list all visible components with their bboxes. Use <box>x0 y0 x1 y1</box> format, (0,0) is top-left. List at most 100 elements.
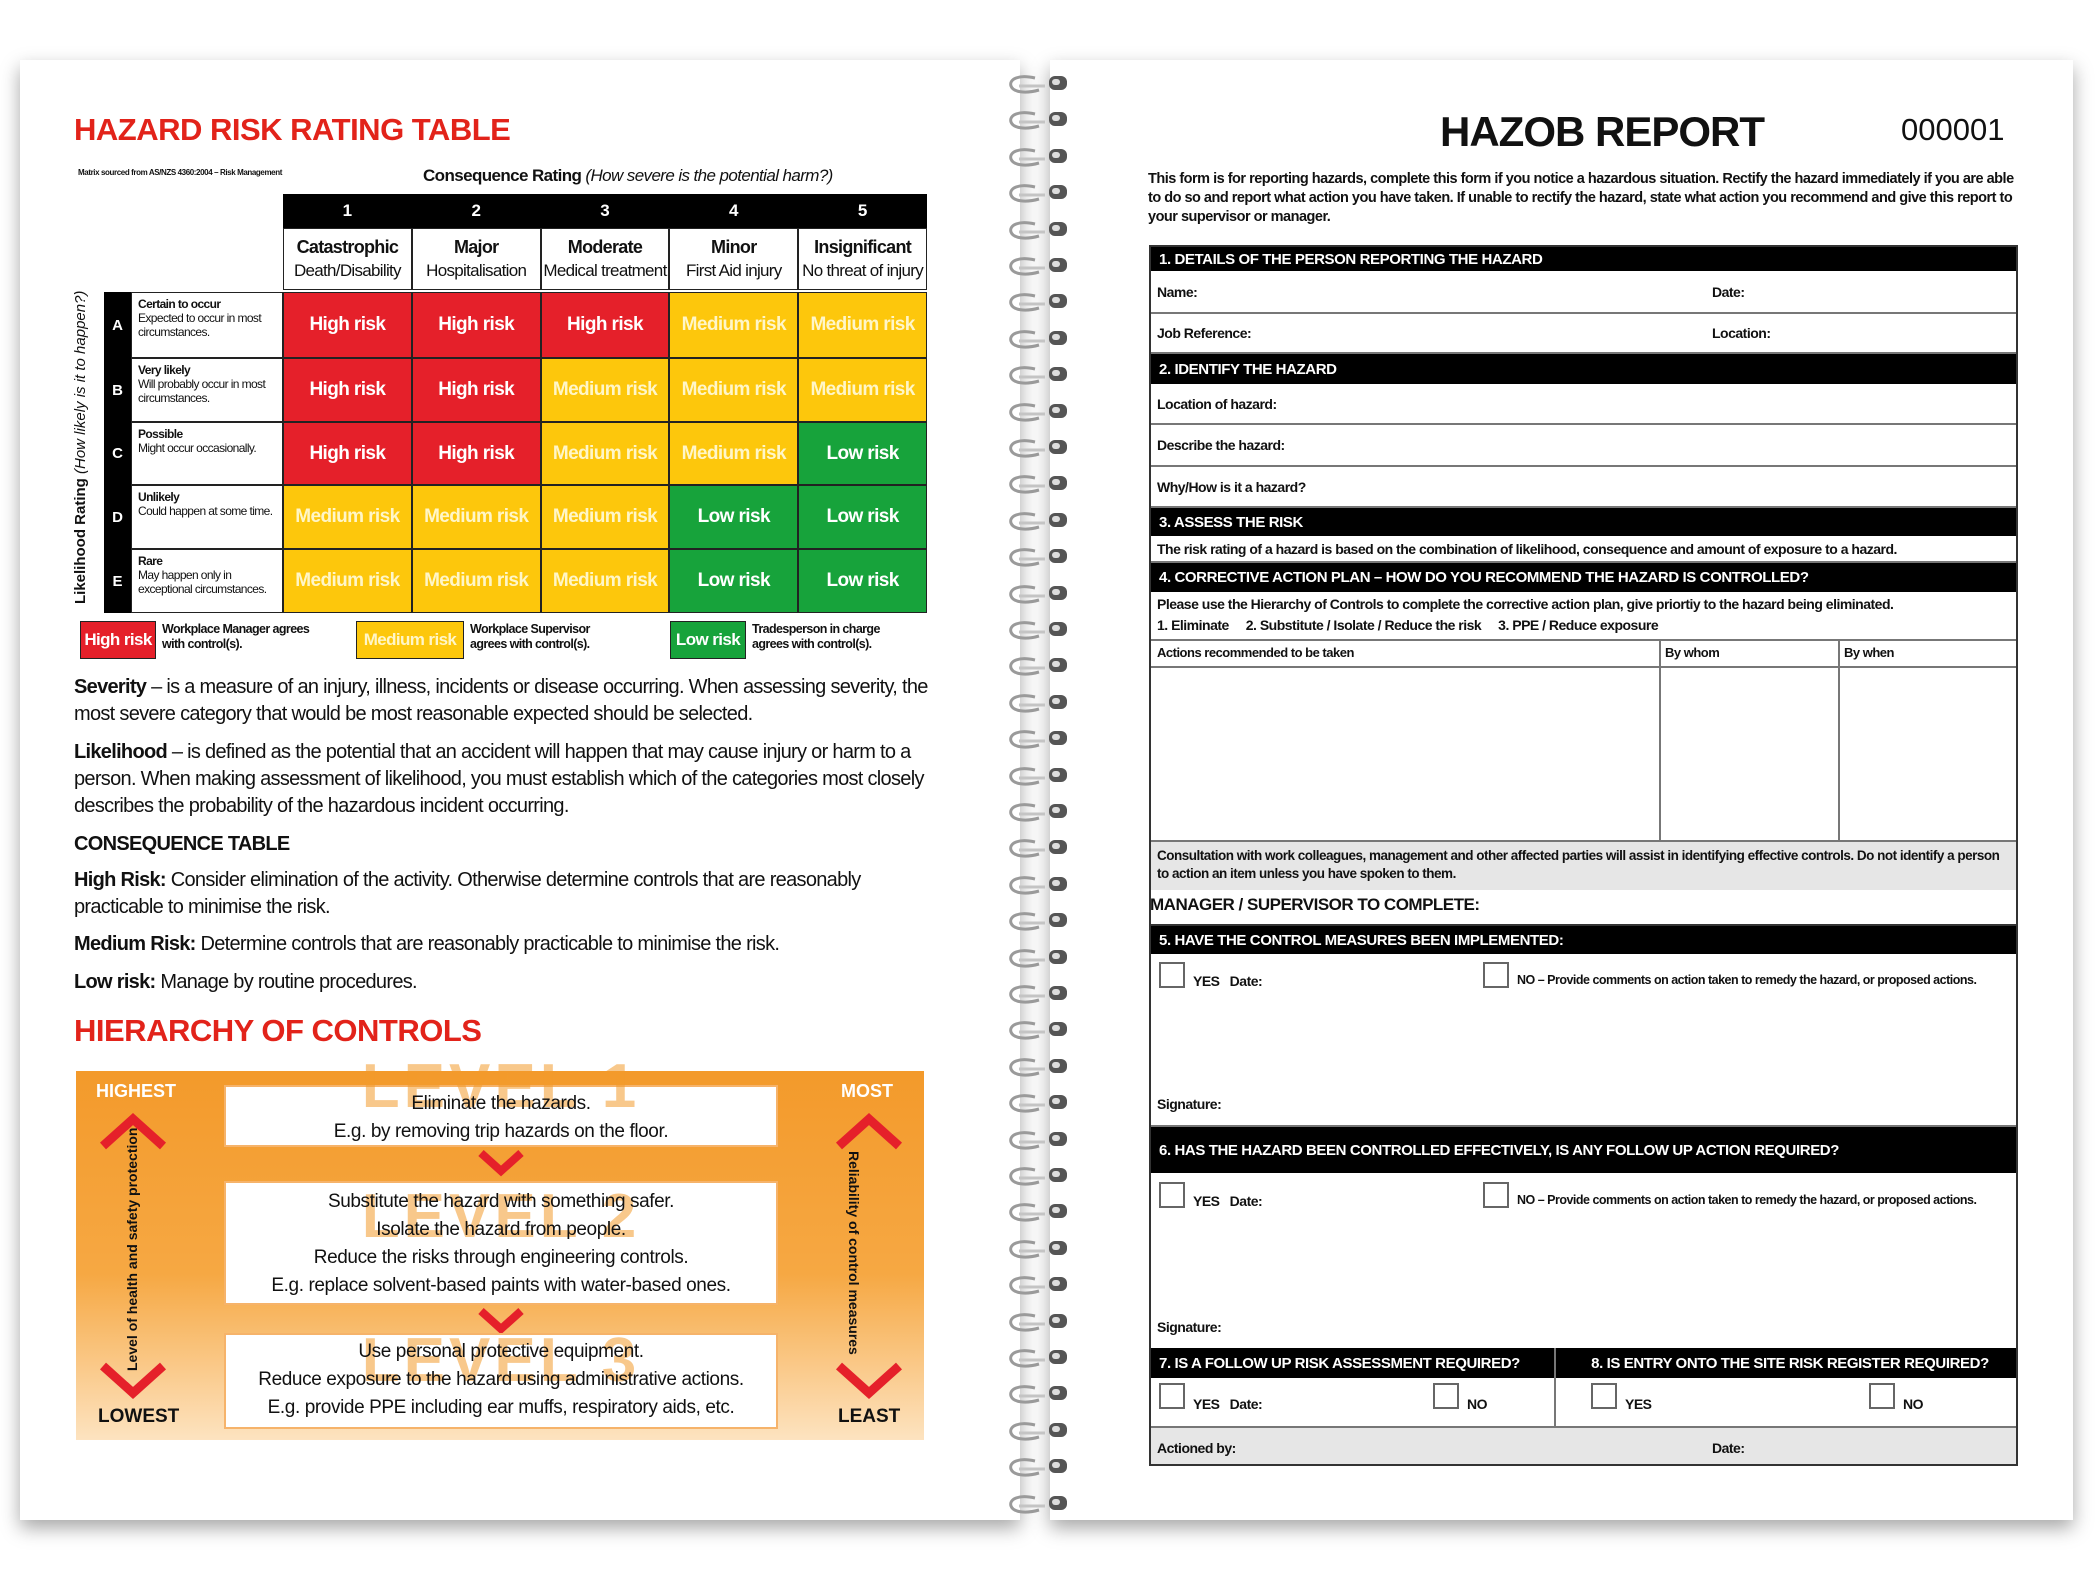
s5-yes-checkbox[interactable] <box>1159 962 1185 988</box>
intro-text: This form is for reporting hazards, comp… <box>1148 171 2014 225</box>
s6-yes-checkbox[interactable] <box>1159 1182 1185 1208</box>
risk-cell-high: High risk <box>283 422 412 485</box>
spiral-coil-icon <box>1009 111 1067 130</box>
risk-cell-medium: Medium risk <box>798 292 927 358</box>
low-risk-term: Low risk: <box>74 971 156 993</box>
column-title: Major <box>453 237 499 257</box>
likelihood-letter: D <box>104 485 131 549</box>
lowest-label: LOWEST <box>98 1406 180 1427</box>
level-3-line: Use personal protective equipment. <box>358 1341 644 1362</box>
level-3-box: LEVEL 3 Use personal protective equipmen… <box>224 1330 778 1429</box>
section-2-header: 2. IDENTIFY THE HAZARD <box>1151 354 2016 384</box>
column-number: 5 <box>798 194 927 228</box>
job-reference-field[interactable]: Job Reference: <box>1151 314 2016 354</box>
column-title: Moderate <box>567 237 643 257</box>
divider <box>1554 1348 1556 1426</box>
likelihood-descriptor: Unlikely Could happen at some time. <box>131 485 283 549</box>
s8-yes-checkbox[interactable] <box>1591 1383 1617 1409</box>
risk-cell-high: High risk <box>411 358 541 422</box>
actioned-by-label: Actioned by: <box>1157 1440 1236 1456</box>
section-1-header: 1. DETAILS OF THE PERSON REPORTING THE H… <box>1151 247 2016 271</box>
severity-text: – is a measure of an injury, illness, in… <box>74 676 928 725</box>
hierarchy-of-controls: HIGHEST LOWEST MOST LEAST Level of healt… <box>76 1056 924 1440</box>
likelihood-letter: A <box>104 292 131 358</box>
column-header: Insignificant No threat of injury <box>798 228 927 290</box>
level-3-line: Reduce exposure to the hazard using admi… <box>258 1369 744 1390</box>
right-axis-label: Reliability of control measures <box>846 1151 862 1355</box>
highest-label: HIGHEST <box>96 1081 177 1101</box>
risk-cell-medium: Medium risk <box>283 549 412 613</box>
medium-risk-term: Medium Risk: <box>74 933 196 955</box>
level-2-box: LEVEL 2 Substitute the hazard with somet… <box>224 1181 778 1305</box>
likelihood-description: Might occur occasionally. <box>138 441 257 455</box>
hazard-location-label: Location of hazard: <box>1157 395 1277 412</box>
hazard-location-field[interactable]: Location of hazard: <box>1151 384 2016 425</box>
spiral-coil-icon <box>1009 475 1067 494</box>
column-title: Minor <box>711 237 757 257</box>
by-whom-entry-area[interactable] <box>1661 668 1838 840</box>
column-description: Hospitalisation <box>426 261 527 280</box>
consequence-table-heading: CONSEQUENCE TABLE <box>74 833 290 855</box>
s5-yes-date-label: YES Date: <box>1193 973 1263 989</box>
risk-cell-medium: Medium risk <box>669 358 799 422</box>
spiral-coil-icon <box>1009 1494 1067 1514</box>
risk-cell-medium: Medium risk <box>540 422 670 485</box>
s8-no-checkbox[interactable] <box>1869 1383 1895 1409</box>
assess-risk-label: The risk rating of a hazard is based on … <box>1157 540 1897 557</box>
s6-no-checkbox[interactable] <box>1483 1182 1509 1208</box>
report-title: HAZOB REPORT <box>1440 108 1765 155</box>
spiral-coil-icon <box>1009 730 1067 749</box>
risk-cell-medium: Medium risk <box>669 292 799 358</box>
risk-cell-medium: Medium risk <box>411 485 541 549</box>
s8-yes-label: YES <box>1625 1396 1652 1412</box>
spiral-coil-icon <box>1009 512 1067 531</box>
high-risk-term: High Risk: <box>74 869 167 891</box>
column-number: 1 <box>283 194 412 228</box>
spiral-coil-icon <box>1009 1312 1067 1332</box>
by-when-entry-area[interactable] <box>1840 668 2016 840</box>
risk-cell-low: Low risk <box>669 549 799 613</box>
spiral-coil-icon <box>1009 657 1067 676</box>
level-1-box: LEVEL 1 Eliminate the hazards. E.g. by r… <box>224 1056 778 1147</box>
s7-no-checkbox[interactable] <box>1433 1383 1459 1409</box>
spiral-coil-icon <box>1009 184 1067 203</box>
column-header: Minor First Aid injury <box>669 228 799 290</box>
spiral-coil-icon <box>1009 876 1067 895</box>
corrective-instructions: Please use the Hierarchy of Controls to … <box>1157 594 1894 636</box>
chevron-up-icon <box>835 1112 903 1150</box>
hazard-description-label: Describe the hazard: <box>1157 437 1285 453</box>
risk-cell-medium: Medium risk <box>540 549 670 613</box>
s5-no-checkbox[interactable] <box>1483 962 1509 988</box>
serial-number: 000001 <box>1901 112 2005 147</box>
column-number: 3 <box>540 194 670 228</box>
likelihood-question: (How likely is it to happen?) <box>72 290 89 474</box>
name-field[interactable]: Name: <box>1151 271 2016 314</box>
level-2-line: Reduce the risks through engineering con… <box>313 1247 689 1268</box>
actioned-by-row[interactable]: Actioned by: Date: <box>1151 1426 2016 1464</box>
actions-entry-area[interactable] <box>1151 668 1659 840</box>
actions-table: Actions recommended to be taken By whom … <box>1151 639 2016 842</box>
level-2-line: E.g. replace solvent-based paints with w… <box>271 1275 731 1296</box>
likelihood-title: Certain to occur <box>138 297 221 311</box>
column-description: Death/Disability <box>293 261 402 280</box>
s6-no-label: NO – Provide comments on action taken to… <box>1517 1193 1977 1207</box>
hazard-description-field[interactable]: Describe the hazard: <box>1151 425 2016 467</box>
spiral-coil-icon <box>1009 1203 1067 1222</box>
risk-cell-high: High risk <box>540 292 670 358</box>
s7-yes-checkbox[interactable] <box>1159 1383 1185 1409</box>
risk-cell-high: High risk <box>411 292 541 358</box>
by-whom-column-header: By whom <box>1665 645 1720 660</box>
low-risk-paragraph: Low risk: Manage by routine procedures. <box>74 969 934 996</box>
likelihood-text: – is defined as the potential that an ac… <box>74 741 924 817</box>
spiral-coil-icon <box>1009 1458 1067 1477</box>
s5-signature-label: Signature: <box>1157 1096 1222 1112</box>
spiral-coil-icon <box>1009 985 1067 1004</box>
risk-cell-low: Low risk <box>669 485 799 549</box>
risk-cell-low: Low risk <box>798 422 927 485</box>
risk-cell-high: High risk <box>283 358 412 422</box>
legend-text: Workplace Supervisor agrees with control… <box>470 622 590 651</box>
why-hazard-field[interactable]: Why/How is it a hazard? <box>1151 467 2016 508</box>
likelihood-title: Rare <box>138 554 163 568</box>
column-header: Catastrophic Death/Disability <box>283 228 412 290</box>
low-risk-text: Manage by routine procedures. <box>155 971 417 993</box>
